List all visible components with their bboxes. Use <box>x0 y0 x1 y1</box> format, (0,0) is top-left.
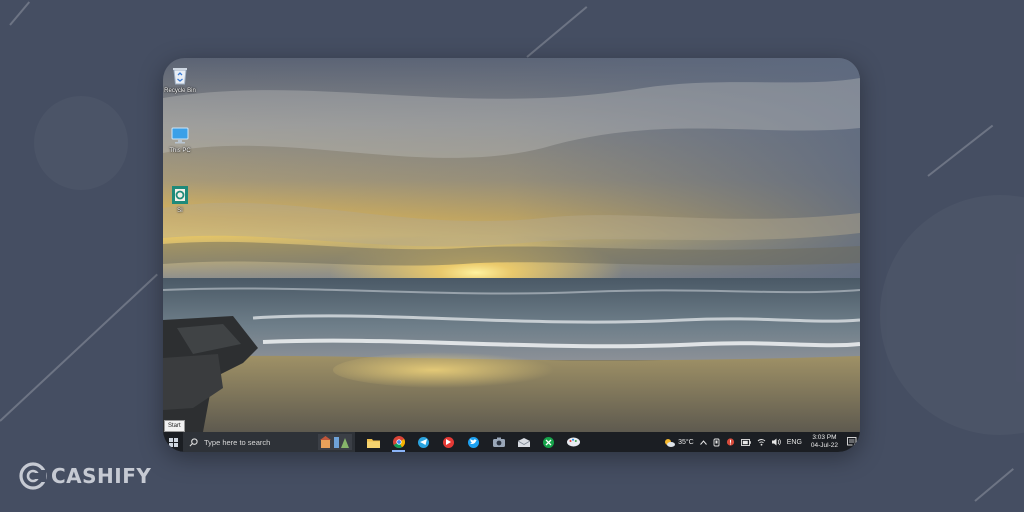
cashify-logo: CASHIFY <box>18 460 151 492</box>
volume-button[interactable] <box>771 438 781 446</box>
clock-date: 04-Jul-22 <box>810 442 838 449</box>
pinned-apps <box>361 432 586 452</box>
windows-logo-icon <box>168 437 178 447</box>
security-alert-icon <box>726 438 734 446</box>
weather-temperature: 35°C <box>678 438 694 446</box>
camera-icon <box>492 437 505 447</box>
mail-icon <box>517 437 530 447</box>
paint-icon <box>567 437 580 447</box>
usb-device-icon <box>713 438 720 446</box>
notification-center-button[interactable]: 2 <box>844 432 860 452</box>
desktop-icon-this-pc[interactable]: This PC <box>163 124 197 154</box>
cashify-logo-icon <box>19 462 47 490</box>
youtube-icon <box>443 436 454 448</box>
system-tray: 35°C ENG 3:03 PM 04-Jul-22 2 <box>661 432 860 452</box>
twitter-icon <box>468 436 479 448</box>
this-pc-icon <box>169 124 191 146</box>
notification-count: 2 <box>853 443 856 448</box>
speaker-icon <box>771 438 781 446</box>
taskbar-clock[interactable]: 3:03 PM 04-Jul-22 <box>811 434 838 450</box>
taskbar-app-mail[interactable] <box>511 432 536 452</box>
xbox-icon <box>543 436 554 448</box>
taskbar-app-file-explorer[interactable] <box>361 432 386 452</box>
show-hidden-icons-button[interactable] <box>699 439 707 445</box>
taskbar-app-telegram[interactable] <box>411 432 436 452</box>
clock-time: 3:03 PM <box>812 434 837 441</box>
taskbar-app-youtube[interactable] <box>436 432 461 452</box>
telegram-icon <box>418 436 429 448</box>
windows-desktop-screenshot: Recycle Bin This PC SI Start Type here t… <box>163 58 860 452</box>
desktop-icon-label: Recycle Bin <box>164 88 196 94</box>
beach-sunset-wallpaper <box>163 58 860 432</box>
decorative-line <box>0 273 158 422</box>
desktop-icon-recycle-bin[interactable]: Recycle Bin <box>163 64 197 94</box>
taskbar: Type here to search 35°C ENG 3:03 PM 04-… <box>163 432 860 452</box>
chevron-up-icon <box>699 439 707 445</box>
app-shortcut-icon <box>169 184 191 206</box>
network-button[interactable] <box>757 438 766 446</box>
taskbar-search-box[interactable]: Type here to search <box>183 432 355 452</box>
weather-sun-cloud-icon <box>665 438 676 447</box>
wifi-icon <box>757 439 766 446</box>
weather-widget[interactable]: 35°C <box>664 438 694 447</box>
decorative-circle <box>34 96 128 190</box>
desktop-icon-label: This PC <box>169 148 191 154</box>
chrome-icon <box>392 436 405 448</box>
taskbar-app-twitter[interactable] <box>461 432 486 452</box>
desktop-icon-label: SI <box>177 208 183 214</box>
search-highlight-icon[interactable] <box>318 434 352 450</box>
folder-icon <box>367 438 380 448</box>
desktop-icon-si[interactable]: SI <box>163 184 197 214</box>
tray-app-icon[interactable] <box>740 438 751 446</box>
tray-app-icon[interactable] <box>726 438 735 446</box>
decorative-line <box>927 124 994 177</box>
notification-icon: 2 <box>846 436 858 448</box>
tray-app-icon[interactable] <box>713 438 720 447</box>
language-indicator[interactable]: ENG <box>787 439 802 446</box>
taskbar-app-paint[interactable] <box>561 432 586 452</box>
recycle-bin-icon <box>169 64 191 86</box>
start-tooltip: Start <box>164 420 185 432</box>
search-icon <box>189 437 198 446</box>
battery-icon <box>740 438 751 446</box>
taskbar-app-camera[interactable] <box>486 432 511 452</box>
taskbar-app-xbox[interactable] <box>536 432 561 452</box>
search-placeholder: Type here to search <box>204 437 271 447</box>
decorative-circle <box>880 195 1024 435</box>
decorative-line <box>9 1 31 26</box>
cashify-wordmark: CASHIFY <box>51 464 152 488</box>
taskbar-app-chrome[interactable] <box>386 432 411 452</box>
start-button[interactable] <box>163 432 183 452</box>
decorative-line <box>526 6 588 58</box>
decorative-line <box>974 468 1014 502</box>
